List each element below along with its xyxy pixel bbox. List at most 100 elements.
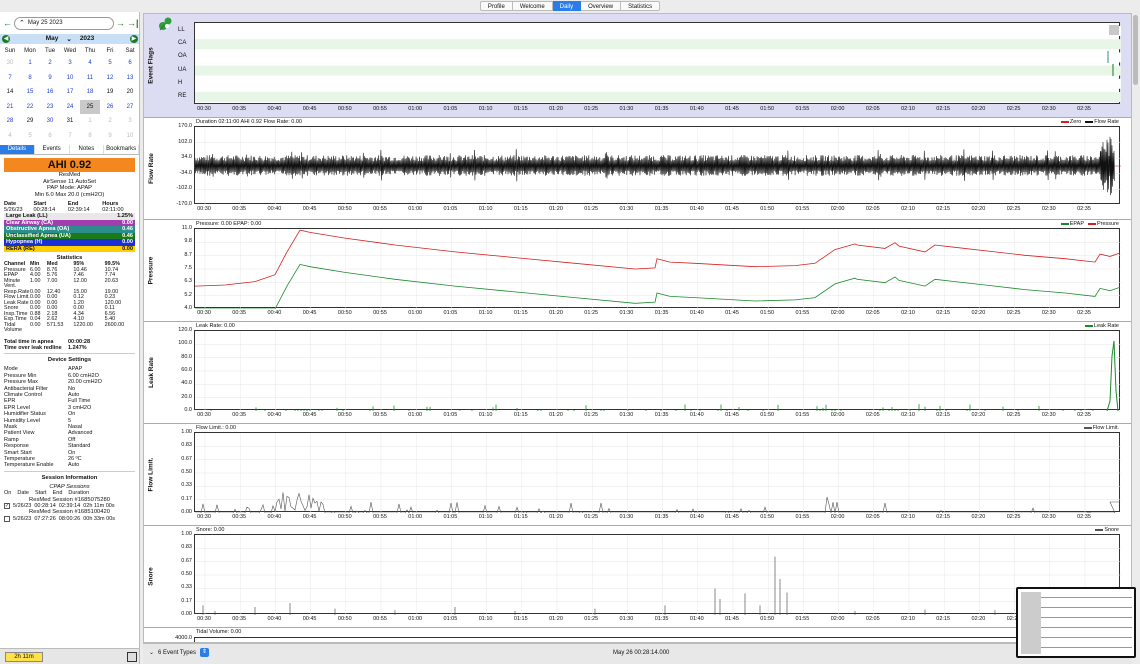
- calendar-day[interactable]: 7: [60, 129, 80, 144]
- tab-overview[interactable]: Overview: [581, 1, 622, 11]
- prev-day-button[interactable]: ←: [3, 18, 12, 28]
- flow-limit-graph[interactable]: Flow Limit. Flow Limit.: 0.00 Flow Limit. 1…: [144, 424, 1131, 526]
- calendar-day[interactable]: 2: [40, 56, 60, 71]
- snore-plot[interactable]: [194, 534, 1121, 615]
- flag-label: UA: [178, 66, 187, 73]
- time-tick-label: 02:35: [1077, 412, 1091, 418]
- calendar-day[interactable]: 3: [60, 56, 80, 71]
- calendar-day[interactable]: 20: [120, 85, 139, 100]
- calendar-day[interactable]: 1: [20, 56, 40, 71]
- calendar-day[interactable]: 6: [120, 56, 139, 71]
- calendar-month-year[interactable]: May ⌄ 2023: [46, 35, 95, 43]
- pressure-graph[interactable]: Pressure Pressure: 0.00 EPAP: 0.00 EPAP Pre…: [144, 220, 1131, 322]
- calendar-day[interactable]: 5: [100, 56, 120, 71]
- calendar-day[interactable]: 18: [80, 85, 100, 100]
- calendar-day[interactable]: 26: [100, 100, 120, 115]
- calendar-day[interactable]: 11: [80, 71, 100, 86]
- snore-canvas: [195, 535, 1121, 615]
- calendar-day[interactable]: 4: [0, 129, 20, 144]
- tab-details[interactable]: Details: [0, 145, 35, 154]
- tab-events[interactable]: Events: [35, 145, 70, 154]
- summary-table: Date Start End Hours 5/26/23 00:28:14 02…: [4, 201, 136, 213]
- pin-icon[interactable]: [157, 16, 173, 32]
- calendar-day[interactable]: 31: [60, 114, 80, 129]
- pressure-plot[interactable]: [194, 228, 1121, 309]
- tab-notes[interactable]: Notes: [70, 145, 105, 154]
- tab-statistics[interactable]: Statistics: [621, 1, 661, 11]
- calendar-day[interactable]: 27: [120, 100, 139, 115]
- tidal-volume-graph[interactable]: Tidal Volume: 0.00 4000.0: [144, 628, 1131, 642]
- time-tick-label: 02:15: [936, 616, 951, 622]
- calendar-day[interactable]: 3: [120, 114, 139, 129]
- calendar-day[interactable]: 2: [100, 114, 120, 129]
- toggle-square-button[interactable]: [127, 652, 137, 662]
- last-day-button[interactable]: →|: [127, 18, 139, 28]
- calendar-day[interactable]: 13: [120, 71, 139, 86]
- event-index-row[interactable]: RERA (RE) 0.00: [4, 245, 135, 252]
- calendar-day[interactable]: 7: [0, 71, 20, 86]
- calendar-day[interactable]: 6: [40, 129, 60, 144]
- calendar-day[interactable]: 5: [20, 129, 40, 144]
- device-settings-list: Mode APAP Pressure Min 6.00 cmH2O Pressure M…: [0, 366, 139, 469]
- leak-rate-plot[interactable]: [194, 330, 1121, 411]
- time-tick-label: 01:05: [443, 310, 458, 316]
- calendar-day[interactable]: 8: [80, 129, 100, 144]
- flag-label: OA: [178, 53, 187, 60]
- calendar-year[interactable]: 2023: [80, 35, 94, 43]
- scroll-thumb[interactable]: [1133, 15, 1138, 85]
- event-flags-plot[interactable]: [194, 22, 1121, 104]
- next-month-button[interactable]: ▶: [129, 35, 138, 43]
- tab-daily[interactable]: Daily: [552, 1, 582, 11]
- legend-label: Pressure: [1096, 221, 1119, 227]
- up-down-stepper-icon[interactable]: ⇕: [199, 648, 209, 657]
- calendar-day[interactable]: 30: [0, 56, 20, 71]
- next-day-button[interactable]: →: [116, 18, 125, 28]
- calendar-day[interactable]: 19: [100, 85, 120, 100]
- calendar-day[interactable]: 4: [80, 56, 100, 71]
- flow-rate-plot[interactable]: [194, 126, 1121, 205]
- calendar-day[interactable]: 14: [0, 85, 20, 100]
- calendar-day[interactable]: 22: [20, 100, 40, 115]
- calendar-day[interactable]: 12: [100, 71, 120, 86]
- calendar-day[interactable]: 1: [80, 114, 100, 129]
- calendar-day[interactable]: 30: [40, 114, 60, 129]
- flow-rate-graph[interactable]: Flow Rate Duration 02:11:00 AHI 0.92 Flow…: [144, 118, 1131, 220]
- calendar-day[interactable]: 17: [60, 85, 80, 100]
- calendar-day[interactable]: 10: [120, 129, 139, 144]
- calendar-day[interactable]: 21: [0, 100, 20, 115]
- calendar-day[interactable]: 8: [20, 71, 40, 86]
- tab-welcome[interactable]: Welcome: [512, 1, 553, 11]
- calendar-day[interactable]: 23: [40, 100, 60, 115]
- calendar-day[interactable]: 16: [40, 85, 60, 100]
- time-tick-label: 01:05: [443, 616, 458, 622]
- weekday-label: Wed: [63, 48, 77, 54]
- session-checkbox[interactable]: [4, 516, 10, 523]
- calendar-month[interactable]: May: [46, 35, 59, 43]
- flow-limit-plot[interactable]: [194, 432, 1121, 513]
- event-flags-graph[interactable]: Event Flags LL CA OA UA H RE 00:30 00:35 00:40 00:…: [144, 14, 1131, 118]
- tab-bookmarks[interactable]: Bookmarks: [104, 145, 139, 154]
- event-types-selector[interactable]: ⌄ 6 Event Types ⇕: [149, 648, 209, 657]
- calendar-day[interactable]: 15: [20, 85, 40, 100]
- prev-month-button[interactable]: ◀: [2, 35, 10, 43]
- session-row[interactable]: 5/26/23 07:27:26 08:00:26 00h 33m 00s: [4, 516, 135, 523]
- calendar-day[interactable]: 25: [80, 99, 100, 114]
- snore-graph[interactable]: Snore Snore: 0.00 Snore 1.00 0.83 0.67 0.50 0.3…: [144, 526, 1131, 628]
- session-checkbox[interactable]: ✓: [4, 503, 10, 510]
- overview-minimap[interactable]: [1016, 587, 1136, 658]
- y-axis-title: Flow Rate: [147, 153, 155, 184]
- left-tabs: Details Events Notes Bookmarks: [0, 145, 139, 155]
- time-tick-label: 01:30: [619, 206, 634, 212]
- graph-scrollbar[interactable]: [1132, 13, 1140, 643]
- leak-rate-graph[interactable]: Leak Rate Leak Rate: 0.00 Leak Rate 120.0 10…: [144, 322, 1131, 424]
- time-tick-label: 01:05: [443, 514, 458, 520]
- calendar-day[interactable]: 9: [40, 71, 60, 86]
- calendar-day[interactable]: 10: [60, 71, 80, 86]
- date-field[interactable]: ⌃ May 25 2023: [14, 16, 114, 30]
- calendar-day[interactable]: 29: [20, 114, 40, 129]
- calendar-day[interactable]: 9: [100, 129, 120, 144]
- calendar-day[interactable]: 28: [0, 114, 20, 129]
- calendar-day[interactable]: 24: [60, 100, 80, 115]
- tab-profile[interactable]: Profile: [479, 1, 513, 11]
- time-tick-label: 00:40: [267, 412, 282, 418]
